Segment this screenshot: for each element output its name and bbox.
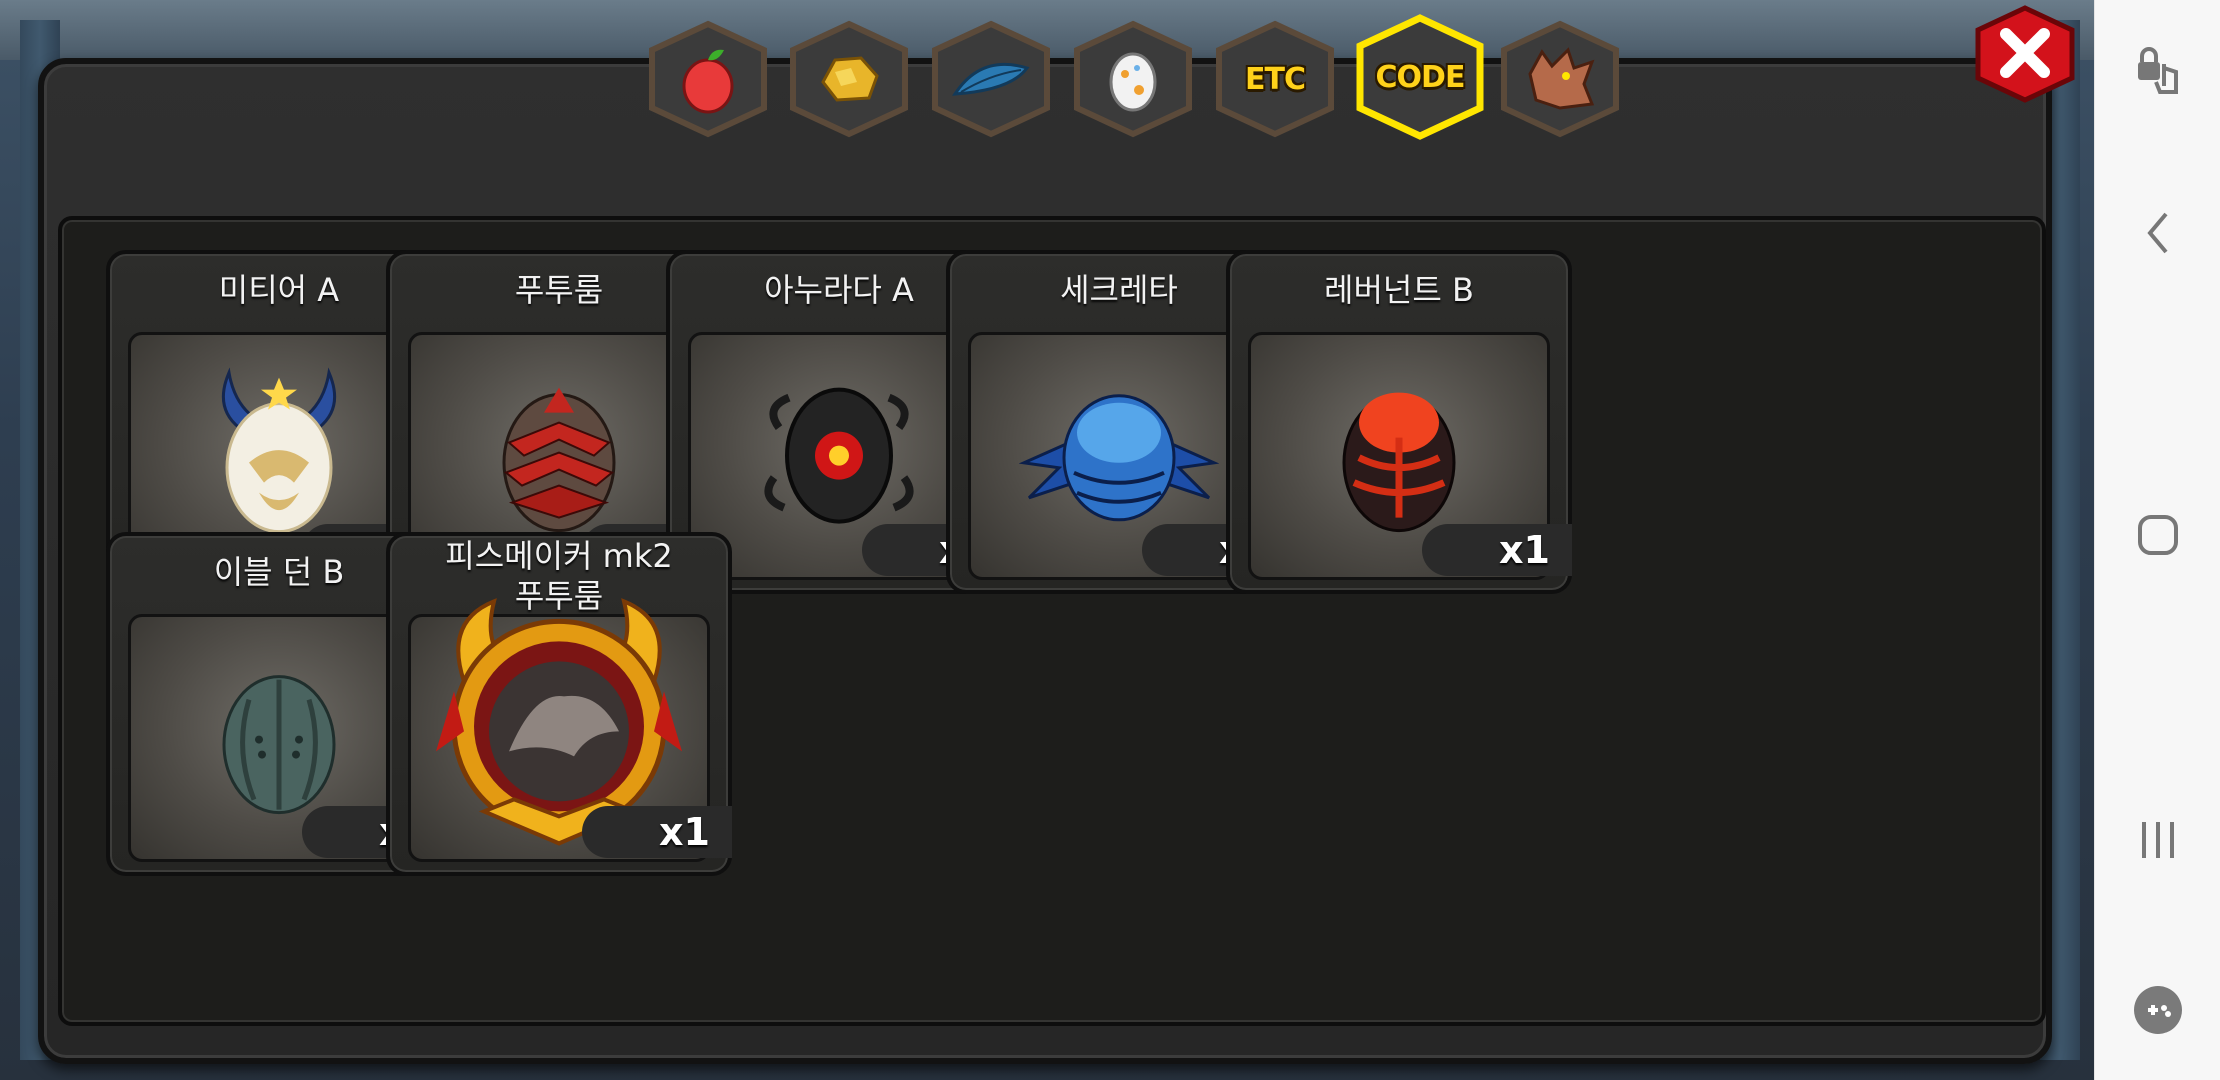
tab-fruit[interactable] [646, 20, 770, 138]
item-card[interactable]: 레버넌트 B x1 [1226, 250, 1572, 594]
lock-touch-button[interactable] [2095, 30, 2220, 110]
tab-etc-label: ETC [1245, 61, 1306, 97]
close-button[interactable] [1972, 4, 2078, 104]
tab-feather[interactable] [929, 20, 1053, 138]
back-button[interactable] [2095, 193, 2220, 273]
back-icon [2147, 212, 2168, 254]
item-grid: 미티어 A x1 푸투룸 [58, 216, 2046, 1026]
item-quantity: x1 [582, 806, 732, 858]
recents-icon [2142, 822, 2174, 858]
blue-feather-icon [951, 54, 1031, 104]
recents-button[interactable] [2095, 800, 2220, 880]
home-button[interactable] [2095, 495, 2220, 575]
tab-code-label: CODE [1375, 59, 1466, 95]
gold-ore-icon [817, 52, 881, 106]
tab-gold[interactable] [787, 20, 911, 138]
tab-code[interactable]: CODE [1354, 14, 1486, 140]
fruit-icon [678, 44, 738, 114]
item-card[interactable]: 피스메이커 mk2 푸투룸 x1 [386, 532, 732, 876]
tab-etc[interactable]: ETC [1213, 20, 1337, 138]
inventory-panel: 미티어 A x1 푸투룸 [38, 58, 2052, 1064]
game-tools-button[interactable] [2095, 970, 2220, 1050]
item-quantity: x1 [1422, 524, 1572, 576]
egg-icon [1107, 46, 1159, 112]
system-navigation-bar [2094, 0, 2220, 1080]
tab-egg[interactable] [1071, 20, 1195, 138]
home-icon [2138, 515, 2178, 555]
game-tools-icon [2134, 986, 2182, 1034]
lock-touch-icon [2138, 47, 2178, 94]
dragon-head-icon [1522, 44, 1598, 114]
tab-dragon[interactable] [1498, 20, 1622, 138]
